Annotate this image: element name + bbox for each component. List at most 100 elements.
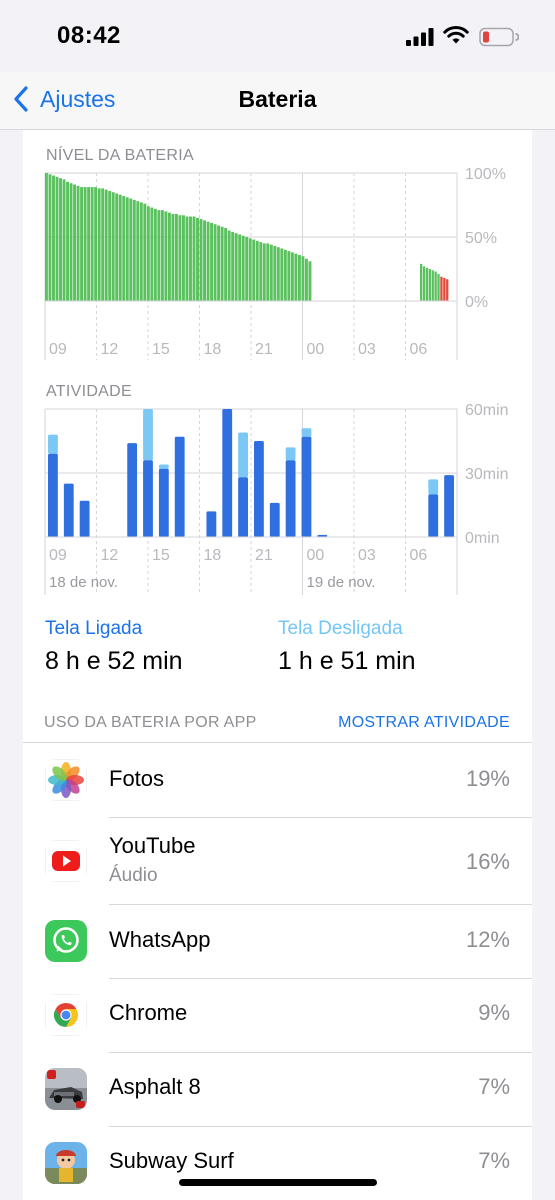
screen-off-label: Tela Desligada — [278, 618, 403, 639]
activity-bar-screen-on — [254, 441, 264, 537]
usage-section-header: USO DA BATERIA POR APP MOSTRAR ATIVIDADE — [23, 710, 532, 740]
battery-bar — [80, 187, 84, 301]
activity-bar-screen-on — [63, 483, 74, 537]
app-name: WhatsApp — [109, 927, 211, 952]
whatsapp-icon — [45, 920, 87, 962]
wifi-icon — [443, 26, 469, 44]
activity-bar-screen-on — [222, 409, 233, 537]
battery-bar — [87, 187, 91, 301]
screen-on-label: Tela Ligada — [45, 618, 143, 639]
activity-bar-screen-off — [158, 464, 169, 469]
x-tick-label: 21 — [255, 341, 273, 358]
battery-bar — [248, 238, 252, 301]
x-tick-label: 18 — [204, 341, 222, 358]
x-tick-label: 06 — [410, 547, 428, 564]
app-name: Asphalt 8 — [109, 1074, 201, 1099]
activity-bar-screen-on — [285, 460, 296, 537]
battery-bar — [182, 215, 185, 301]
battery-bar — [220, 226, 224, 301]
battery-bar — [94, 187, 98, 301]
battery-bar — [59, 178, 62, 301]
battery-bar — [185, 216, 189, 301]
x-tick-label: 03 — [358, 547, 376, 564]
show-activity-button[interactable]: MOSTRAR ATIVIDADE — [338, 714, 510, 732]
battery-bar — [73, 184, 77, 301]
app-row-asphalt[interactable]: Asphalt 8 7% — [23, 1053, 532, 1127]
battery-bar — [101, 188, 105, 301]
battery-icon — [479, 27, 519, 47]
app-name: Chrome — [109, 1000, 188, 1025]
x-tick-label: 09 — [49, 341, 67, 358]
battery-bar — [308, 261, 312, 301]
status-bar: 08:42 — [0, 0, 555, 72]
battery-bar — [150, 207, 154, 301]
app-row-youtube[interactable]: YouTube Áudio 16% — [23, 818, 532, 904]
app-percentage: 7% — [478, 1148, 510, 1173]
battery-bar — [178, 215, 182, 301]
app-row-subway-surf[interactable]: Subway Surf 7% — [23, 1127, 532, 1200]
battery-bar — [425, 267, 429, 301]
y-tick-label: 60min — [465, 402, 509, 419]
activity-bar-screen-on — [269, 502, 280, 537]
home-indicator[interactable] — [179, 1179, 377, 1186]
activity-bar-screen-on — [127, 443, 138, 537]
battery-bar — [90, 187, 94, 301]
battery-bar — [129, 198, 133, 301]
battery-bar — [146, 206, 150, 301]
battery-bar — [440, 276, 443, 301]
x-tick-label: 00 — [307, 547, 325, 564]
y-tick-label: 50% — [465, 230, 497, 247]
battery-bar — [266, 243, 270, 301]
activity-bar-screen-on — [238, 477, 248, 537]
activity-bar-screen-off — [48, 434, 58, 454]
battery-bar — [287, 251, 291, 301]
battery-bar — [304, 258, 308, 301]
cellular-signal-icon — [406, 28, 434, 46]
battery-bar — [422, 266, 426, 301]
app-percentage: 12% — [465, 927, 510, 952]
battery-bar — [97, 188, 101, 301]
y-tick-label: 0% — [465, 294, 488, 311]
battery-bar — [437, 274, 440, 301]
activity-bar-screen-on — [158, 468, 169, 537]
youtube-icon — [45, 840, 87, 882]
x-tick-label: 06 — [410, 341, 428, 358]
battery-bar — [203, 220, 207, 301]
battery-bar — [118, 194, 122, 301]
battery-bar — [297, 254, 301, 301]
battery-bar — [234, 233, 238, 301]
battery-bar — [132, 199, 136, 301]
x-tick-label: 03 — [358, 341, 376, 358]
battery-bar — [273, 245, 277, 301]
battery-bar — [143, 203, 147, 301]
x-tick-label: 12 — [101, 547, 119, 564]
y-tick-label: 30min — [465, 466, 509, 483]
battery-bar — [269, 244, 273, 301]
activity-bar-screen-off — [238, 432, 248, 478]
battery-bar — [196, 217, 199, 301]
battery-bar — [217, 225, 221, 301]
app-percentage: 19% — [465, 766, 510, 791]
battery-bar — [45, 173, 48, 301]
battery-bar — [241, 235, 245, 301]
screen-on-value: 8 h e 52 min — [45, 647, 183, 675]
activity-bar-screen-on — [79, 500, 90, 537]
battery-bar — [160, 210, 164, 301]
app-name: Subway Surf — [109, 1148, 234, 1173]
battery-bar — [111, 192, 115, 301]
battery-bar — [199, 219, 203, 301]
app-row-chrome[interactable]: Chrome 9% — [23, 979, 532, 1053]
battery-bar — [443, 277, 446, 301]
page-title: Bateria — [238, 86, 317, 112]
app-row-whatsapp[interactable]: WhatsApp 12% — [23, 905, 532, 979]
app-row-fotos[interactable]: Fotos 19% — [23, 743, 532, 817]
battery-bar — [301, 256, 305, 301]
app-subtitle: Áudio — [109, 865, 158, 886]
battery-bar — [213, 224, 217, 301]
activity-bar-screen-on — [444, 475, 454, 537]
activity-bar-screen-on — [48, 453, 58, 537]
battery-bar — [262, 243, 266, 301]
app-percentage: 7% — [478, 1074, 510, 1099]
battery-charts[interactable]: 100% 50% 0% 09 12 15 18 21 00 03 06 60min 30min 0min 0… — [23, 130, 532, 600]
battery-bar — [420, 263, 423, 301]
